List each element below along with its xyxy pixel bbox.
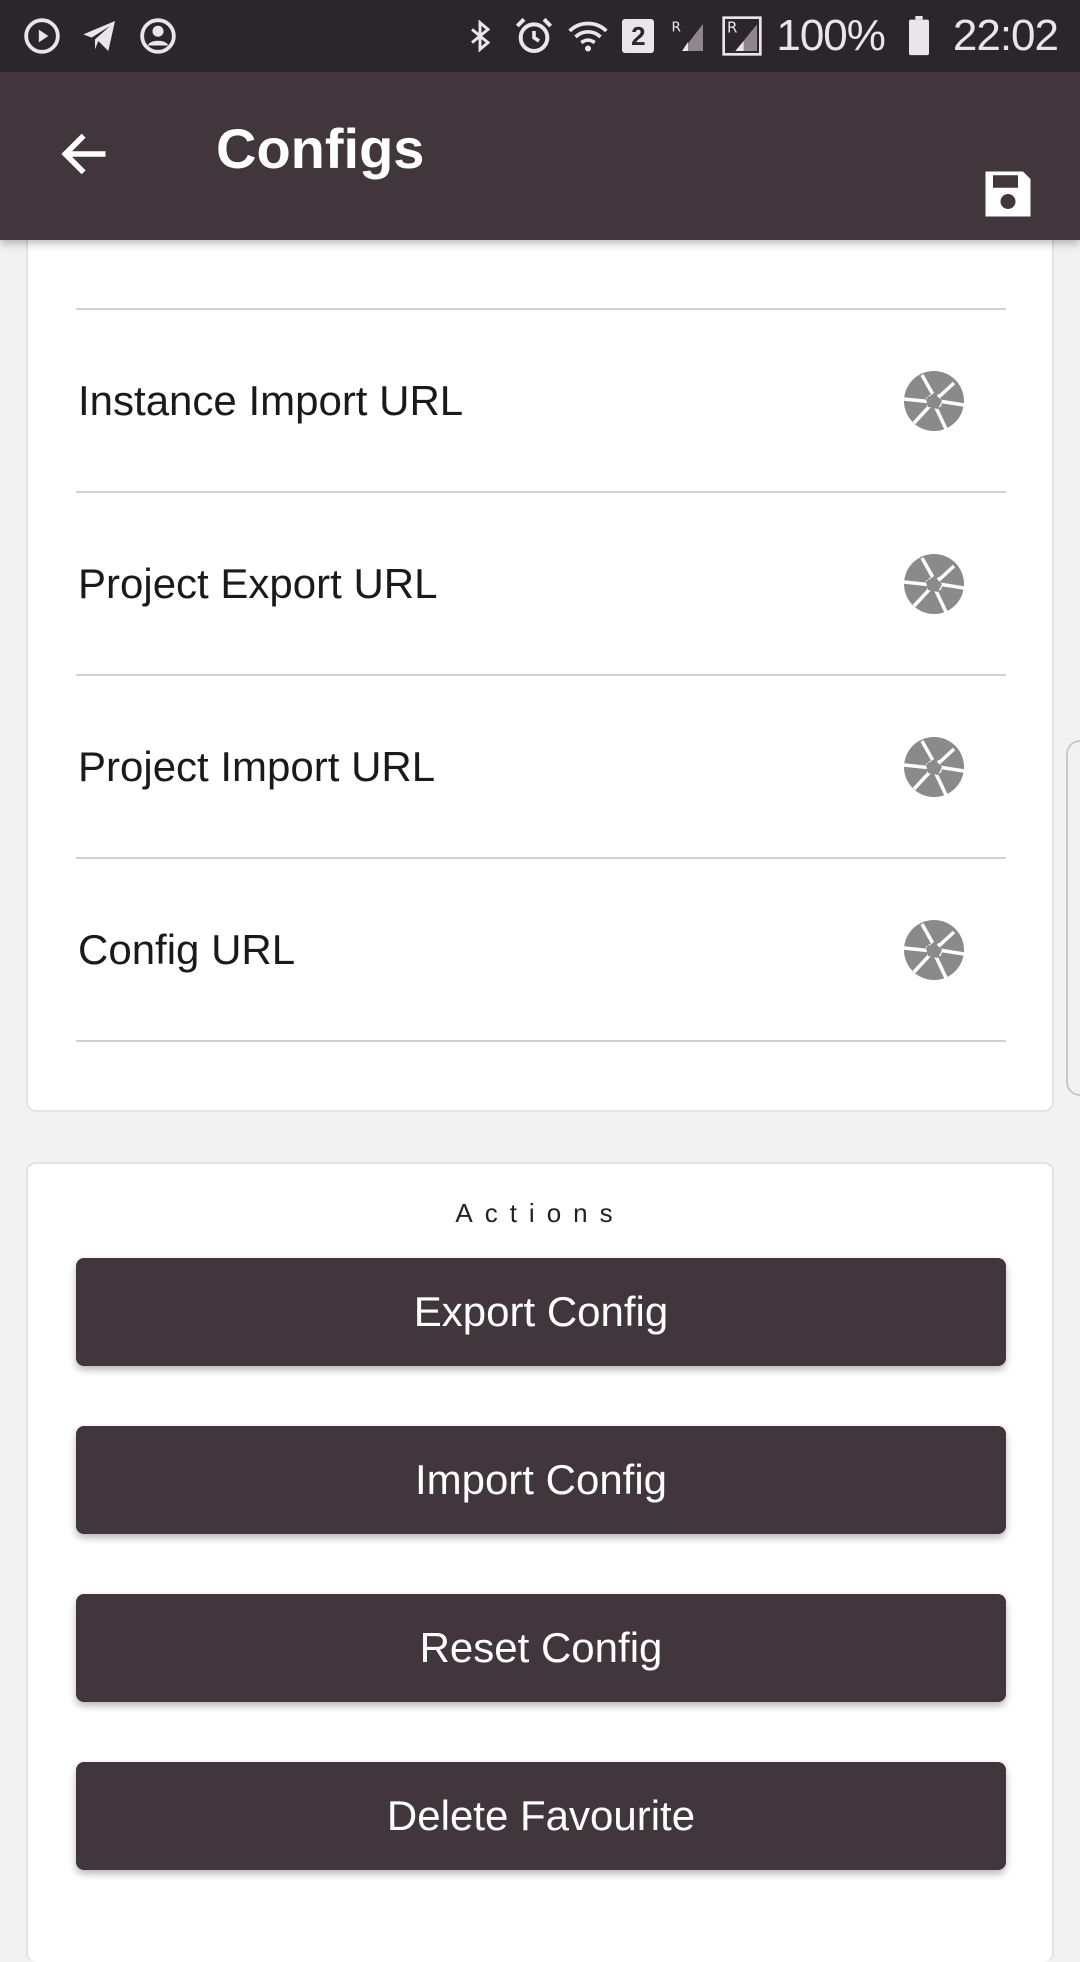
save-button[interactable] [976, 164, 1040, 228]
svg-text:R: R [672, 20, 681, 36]
camera-aperture-icon[interactable] [902, 369, 966, 433]
list-item-label: Config URL [78, 925, 296, 973]
list-item-project-export-url[interactable]: Project Export URL [76, 493, 1006, 676]
app-bar: Configs [0, 72, 1080, 240]
urls-card: Instance Import URL Project Export URL P… [26, 240, 1054, 1112]
telegram-icon [80, 16, 120, 56]
battery-percent: 100% [776, 11, 886, 60]
actions-card: Actions Export Config Import Config Rese… [26, 1162, 1054, 1962]
section-title: Actions [455, 1198, 625, 1228]
list-item-label: Project Export URL [78, 559, 438, 607]
scroll-handle[interactable] [1066, 740, 1080, 1096]
delete-favourite-button[interactable]: Delete Favourite [76, 1762, 1006, 1870]
alarm-icon [514, 16, 554, 56]
svg-text:R: R [727, 19, 737, 37]
list-item-label: Instance Import URL [78, 376, 464, 424]
wifi-icon [568, 16, 608, 56]
url-list: Instance Import URL Project Export URL P… [76, 310, 1006, 1042]
import-config-button[interactable]: Import Config [76, 1426, 1006, 1534]
list-item-config-url[interactable]: Config URL [76, 859, 1006, 1042]
account-circle-icon [138, 16, 178, 56]
camera-aperture-icon[interactable] [902, 552, 966, 616]
export-config-button[interactable]: Export Config [76, 1258, 1006, 1366]
list-item-label: Project Import URL [78, 742, 436, 790]
list-item-project-import-url[interactable]: Project Import URL [76, 676, 1006, 859]
arrow-left-icon [56, 126, 112, 187]
bluetooth-icon [460, 16, 500, 56]
page-title: Configs [216, 117, 425, 180]
signal-icon: R [668, 16, 708, 56]
camera-aperture-icon[interactable] [902, 918, 966, 982]
battery-icon [899, 16, 939, 56]
status-bar: 2 R R 100% 22:02 [0, 0, 1080, 72]
back-button[interactable] [52, 124, 116, 188]
notification-count-badge: 2 [622, 19, 655, 53]
clock: 22:02 [952, 11, 1059, 60]
list-item-instance-import-url[interactable]: Instance Import URL [76, 310, 1006, 493]
floppy-disk-icon [978, 164, 1038, 229]
reset-config-button[interactable]: Reset Config [76, 1594, 1006, 1702]
signal-roaming-icon: R [722, 16, 763, 56]
camera-aperture-icon[interactable] [902, 735, 966, 799]
play-circle-icon [22, 16, 62, 56]
